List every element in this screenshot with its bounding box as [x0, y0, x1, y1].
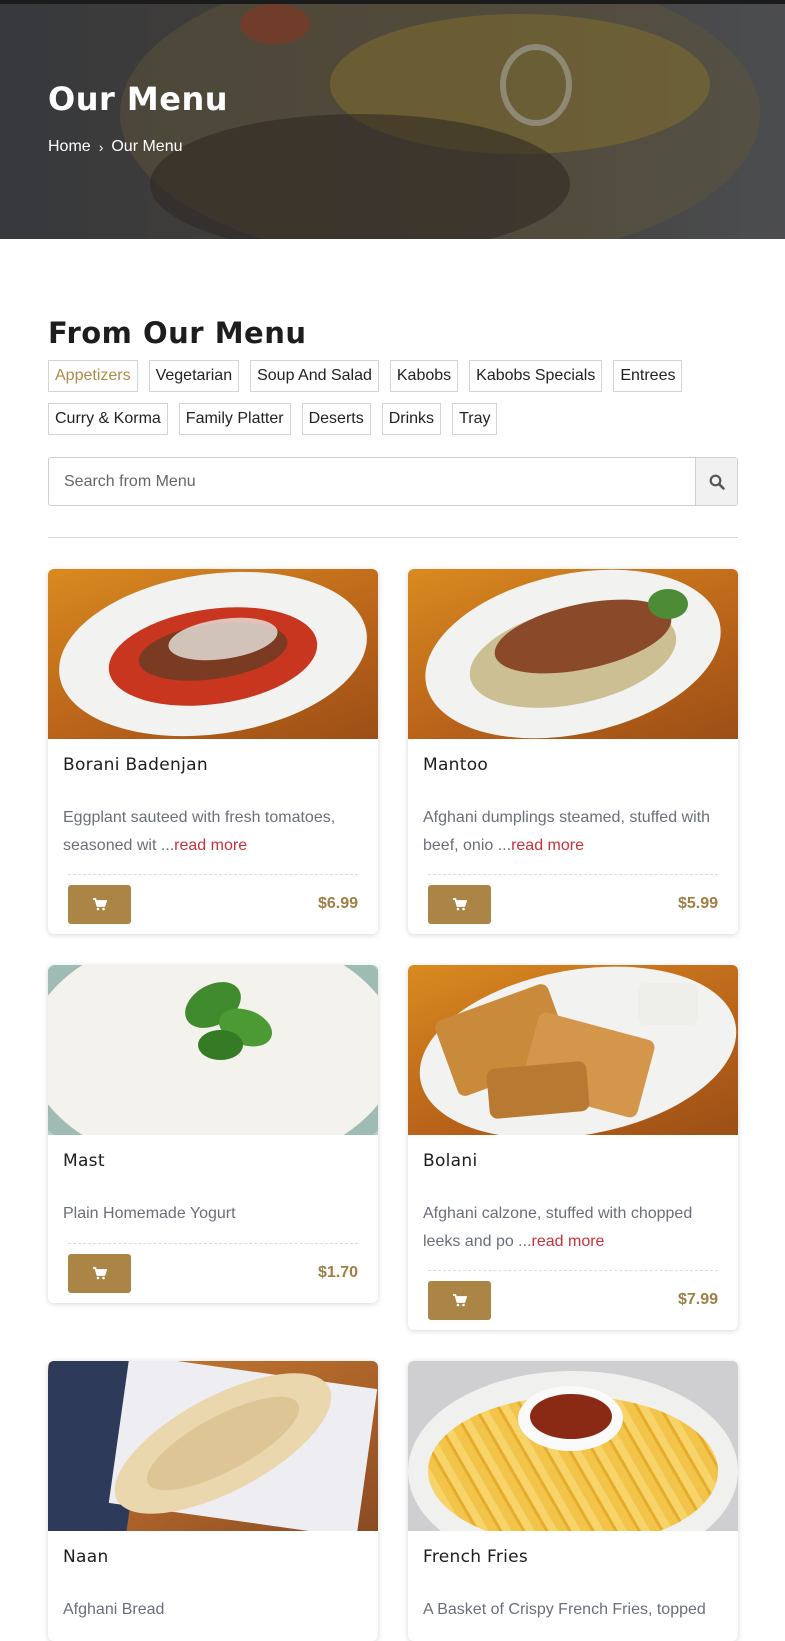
menu-item-name: French Fries: [423, 1547, 529, 1567]
search-input[interactable]: [49, 458, 695, 505]
menu-item-price: $7.99: [677, 1291, 718, 1308]
card-divider: [68, 874, 358, 875]
section-title: From Our Menu: [48, 316, 307, 350]
cart-icon: [92, 898, 107, 911]
borani-badenjan-photo: [48, 569, 378, 739]
menu-item-card: Mantoo Afghani dumplings steamed, stuffe…: [408, 569, 738, 934]
menu-item-card: French Fries A Basket of Crispy French F…: [408, 1361, 738, 1641]
card-divider: [428, 1270, 718, 1271]
hero-overlay: [0, 4, 785, 239]
cart-icon: [452, 1294, 467, 1307]
category-soup-and-salad[interactable]: Soup And Salad: [250, 360, 379, 392]
naan-photo: [48, 1361, 378, 1531]
menu-item-description: Eggplant sauteed with fresh tomatoes, se…: [63, 804, 363, 860]
read-more-link[interactable]: read more: [532, 1233, 605, 1250]
breadcrumb-home-link[interactable]: Home: [48, 138, 91, 156]
category-family-platter[interactable]: Family Platter: [178, 403, 291, 435]
category-vegetarian[interactable]: Vegetarian: [148, 360, 240, 392]
menu-item-description: Afghani calzone, stuffed with chopped le…: [423, 1200, 723, 1256]
page-hero-banner: Our Menu Home › Our Menu: [0, 0, 785, 239]
menu-item-name: Mantoo: [423, 755, 489, 775]
menu-item-price: $5.99: [677, 895, 718, 912]
category-kabobs[interactable]: Kabobs: [389, 360, 459, 392]
breadcrumb: Home › Our Menu: [48, 138, 183, 156]
category-entrees[interactable]: Entrees: [613, 360, 683, 392]
menu-item-name: Borani Badenjan: [63, 755, 208, 775]
add-to-cart-button[interactable]: [428, 885, 491, 924]
french-fries-photo: [408, 1361, 738, 1531]
page-title: Our Menu: [48, 80, 229, 118]
menu-item-card: Naan Afghani Bread: [48, 1361, 378, 1641]
bolani-photo: [408, 965, 738, 1135]
search-button[interactable]: [695, 458, 737, 505]
menu-item-description: Plain Homemade Yogurt: [63, 1200, 363, 1228]
card-divider: [428, 874, 718, 875]
menu-item-desc-text: Plain Homemade Yogurt: [63, 1205, 236, 1222]
mast-photo: [48, 965, 378, 1135]
add-to-cart-button[interactable]: [68, 885, 131, 924]
category-drinks[interactable]: Drinks: [381, 403, 442, 435]
menu-item-card: Bolani Afghani calzone, stuffed with cho…: [408, 965, 738, 1330]
category-kabobs-specials[interactable]: Kabobs Specials: [469, 360, 603, 392]
chevron-right-icon: ›: [98, 139, 104, 155]
category-appetizers[interactable]: Appetizers: [48, 360, 138, 392]
menu-search-bar: [48, 457, 738, 506]
search-icon: [709, 474, 725, 490]
menu-item-desc-text: A Basket of Crispy French Fries, topped: [423, 1601, 706, 1618]
menu-item-description: Afghani dumplings steamed, stuffed with …: [423, 804, 723, 860]
mantoo-photo: [408, 569, 738, 739]
menu-item-description: A Basket of Crispy French Fries, topped: [423, 1596, 723, 1624]
cart-icon: [452, 898, 467, 911]
category-tray[interactable]: Tray: [452, 403, 498, 435]
category-filter-list: Appetizers Vegetarian Soup And Salad Kab…: [48, 360, 748, 435]
menu-item-name: Bolani: [423, 1151, 478, 1171]
card-divider: [68, 1243, 358, 1244]
menu-item-description: Afghani Bread: [63, 1596, 363, 1624]
category-deserts[interactable]: Deserts: [301, 403, 371, 435]
add-to-cart-button[interactable]: [68, 1254, 131, 1293]
section-divider: [48, 537, 738, 538]
menu-item-price: $6.99: [317, 895, 358, 912]
cart-icon: [92, 1267, 107, 1280]
menu-item-desc-text: Afghani Bread: [63, 1601, 165, 1618]
breadcrumb-current: Our Menu: [111, 138, 183, 155]
category-curry-korma[interactable]: Curry & Korma: [48, 403, 168, 435]
menu-item-name: Mast: [63, 1151, 105, 1171]
menu-item-card: Borani Badenjan Eggplant sauteed with fr…: [48, 569, 378, 934]
menu-item-card: Mast Plain Homemade Yogurt $1.70: [48, 965, 378, 1303]
menu-item-name: Naan: [63, 1547, 109, 1567]
menu-item-price: $1.70: [317, 1264, 358, 1281]
read-more-link[interactable]: read more: [174, 837, 247, 854]
read-more-link[interactable]: read more: [511, 837, 584, 854]
add-to-cart-button[interactable]: [428, 1281, 491, 1320]
